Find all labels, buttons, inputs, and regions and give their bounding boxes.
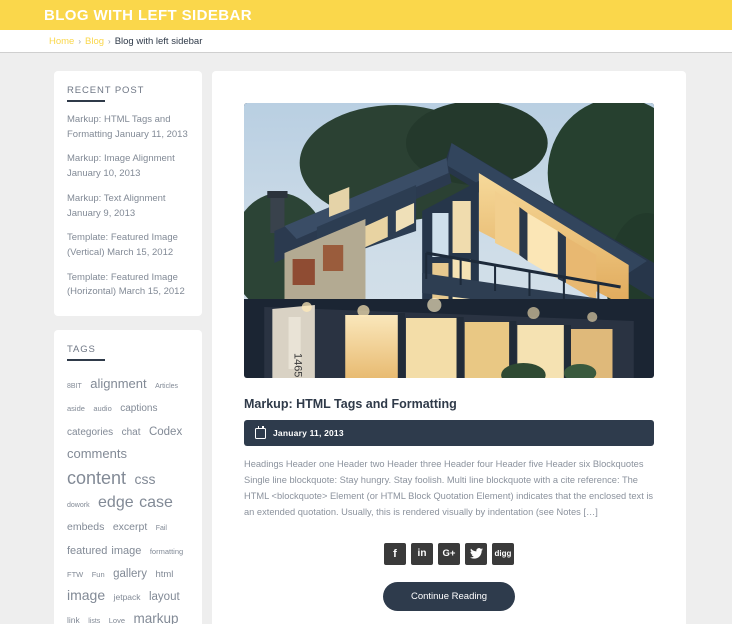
featured-image[interactable]: 1465: [244, 103, 654, 378]
facebook-icon[interactable]: f: [384, 542, 406, 565]
post-card: 1465 Markup: HTML Tags and Formatting Ja…: [212, 71, 686, 624]
recent-post-item[interactable]: Template: Featured Image (Horizontal) Ma…: [67, 271, 189, 300]
tag-link[interactable]: chat: [122, 427, 141, 438]
linkedin-icon[interactable]: in: [411, 542, 433, 565]
tag-link[interactable]: Fail: [156, 525, 167, 532]
share-row: f in G+ digg: [244, 542, 654, 565]
tag-link[interactable]: FTW: [67, 570, 83, 579]
post-title[interactable]: Markup: HTML Tags and Formatting: [244, 397, 654, 411]
post-date-badge: January 11, 2013: [244, 420, 654, 446]
tag-link[interactable]: aside: [67, 404, 85, 413]
tag-link[interactable]: audio: [93, 404, 111, 413]
tag-link[interactable]: content: [67, 468, 126, 488]
tag-link[interactable]: layout: [149, 591, 180, 603]
tag-link[interactable]: excerpt: [113, 521, 147, 533]
widget-title-tags: TAGS: [67, 344, 189, 362]
breadcrumb-bar: Home › Blog › Blog with left sidebar: [0, 30, 732, 53]
recent-post-item[interactable]: Markup: Text Alignment January 9, 2013: [67, 192, 189, 221]
continue-reading-button[interactable]: Continue Reading: [382, 581, 516, 611]
post-inner: 1465 Markup: HTML Tags and Formatting Ja…: [229, 88, 669, 624]
tag-link[interactable]: alignment: [90, 376, 146, 391]
tag-link[interactable]: Articles: [155, 383, 178, 390]
content-column: 1465 Markup: HTML Tags and Formatting Ja…: [212, 71, 686, 624]
tag-link[interactable]: lists: [88, 618, 100, 624]
read-more-wrap: Continue Reading: [244, 581, 654, 611]
recent-post-list: Markup: HTML Tags and Formatting January…: [67, 113, 189, 300]
tag-link[interactable]: markup: [133, 611, 178, 624]
svg-text:1465: 1465: [292, 353, 304, 377]
breadcrumb-current: Blog with left sidebar: [114, 35, 203, 47]
tag-link[interactable]: css: [135, 471, 156, 487]
breadcrumb-blog[interactable]: Blog: [85, 36, 104, 47]
tag-link[interactable]: Codex: [149, 426, 182, 438]
breadcrumb: Home › Blog › Blog with left sidebar: [49, 36, 202, 47]
widget-title-recent-post: RECENT POST: [67, 85, 189, 102]
tag-link[interactable]: captions: [120, 403, 157, 414]
tag-link[interactable]: 8BIT: [67, 383, 82, 390]
digg-icon[interactable]: digg: [492, 542, 514, 565]
page-layout: RECENT POST Markup: HTML Tags and Format…: [0, 53, 732, 624]
post-date: January 11, 2013: [273, 428, 344, 438]
tag-link[interactable]: embeds: [67, 521, 104, 533]
tag-cloud: 8BIT alignment Articles aside audio capt…: [67, 372, 189, 624]
page-header: BLOG WITH LEFT SIDEBAR: [0, 0, 732, 30]
tag-link[interactable]: Fun: [92, 570, 105, 579]
tag-link[interactable]: image: [67, 587, 105, 603]
tag-link[interactable]: dowork: [67, 502, 90, 509]
tag-link[interactable]: comments: [67, 446, 127, 461]
googleplus-icon[interactable]: G+: [438, 542, 460, 565]
tag-link[interactable]: gallery: [113, 568, 147, 580]
recent-post-item[interactable]: Markup: Image Alignment January 10, 2013: [67, 152, 189, 181]
calendar-icon: [255, 425, 266, 439]
breadcrumb-separator-icon: ›: [108, 36, 111, 46]
tag-link[interactable]: link: [67, 615, 80, 624]
twitter-icon[interactable]: [465, 542, 487, 565]
widget-tags: TAGS 8BIT alignment Articles aside audio…: [54, 330, 202, 624]
tag-link[interactable]: categories: [67, 427, 113, 438]
sidebar: RECENT POST Markup: HTML Tags and Format…: [54, 71, 202, 624]
post-excerpt: Headings Header one Header two Header th…: [244, 459, 654, 517]
page-title: BLOG WITH LEFT SIDEBAR: [44, 6, 252, 24]
tag-link[interactable]: jetpack: [114, 592, 141, 602]
tag-link[interactable]: html: [155, 569, 173, 580]
breadcrumb-home[interactable]: Home: [49, 36, 74, 47]
tag-link[interactable]: formatting: [150, 547, 183, 556]
tag-link[interactable]: featured image: [67, 545, 141, 557]
breadcrumb-separator-icon: ›: [78, 36, 82, 46]
tag-link[interactable]: edge case: [98, 494, 173, 511]
widget-recent-post: RECENT POST Markup: HTML Tags and Format…: [54, 71, 202, 317]
recent-post-item[interactable]: Template: Featured Image (Vertical) Marc…: [67, 231, 189, 260]
recent-post-item[interactable]: Markup: HTML Tags and Formatting January…: [67, 113, 189, 142]
tag-link[interactable]: Love: [109, 616, 125, 624]
